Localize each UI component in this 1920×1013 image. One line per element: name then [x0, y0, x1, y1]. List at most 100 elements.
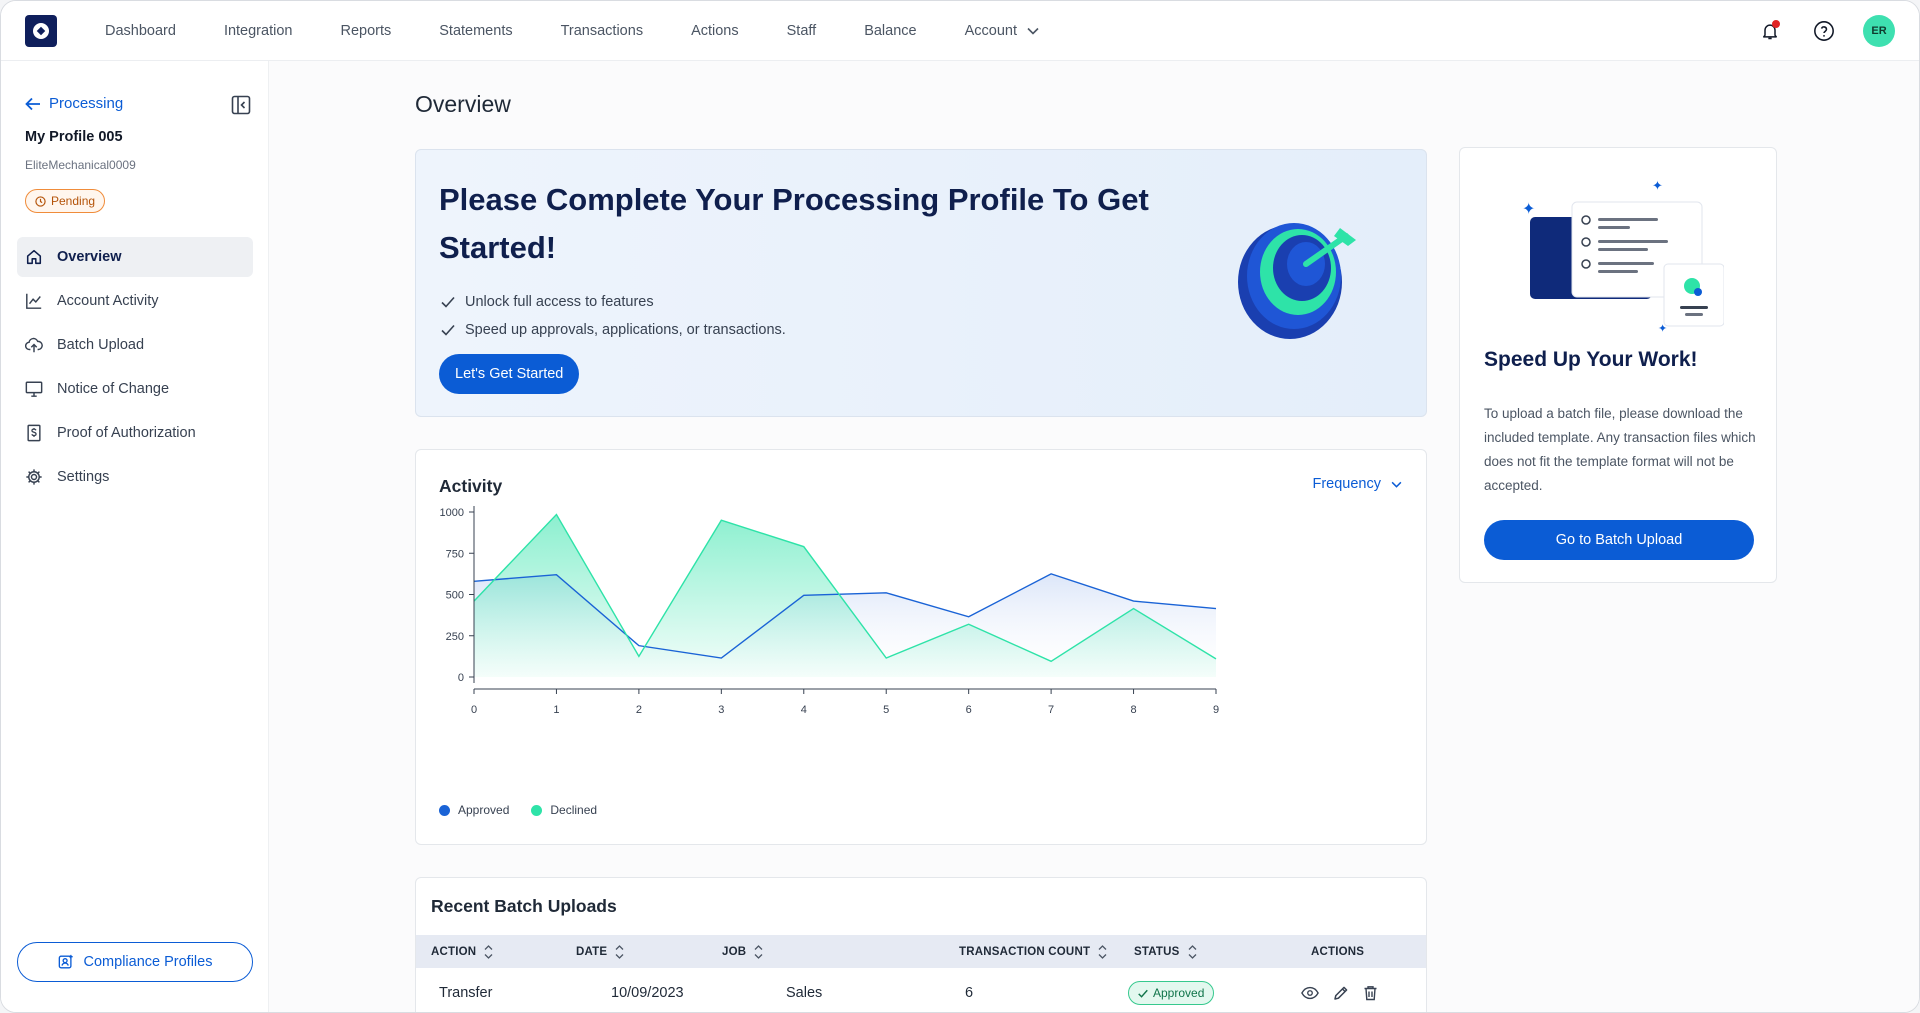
profile-username: EliteMechanical0009 — [25, 158, 136, 172]
column-header-status[interactable]: STATUS — [1134, 935, 1197, 968]
nav-links: Dashboard Integration Reports Statements… — [105, 1, 1087, 61]
trash-icon[interactable] — [1363, 985, 1378, 1001]
recent-batch-uploads-card: Recent Batch Uploads ACTION DATE JOB TRA… — [415, 877, 1427, 1012]
chevron-down-icon — [1391, 481, 1402, 488]
back-link-processing[interactable]: Processing — [25, 95, 123, 112]
status-badge: Approved — [1128, 981, 1215, 1005]
gear-icon — [26, 469, 42, 485]
collapse-sidebar-button[interactable] — [231, 95, 251, 120]
y-tick-label: 250 — [446, 631, 464, 643]
nav-link-statements[interactable]: Statements — [439, 23, 512, 39]
sidebar-item-label: Notice of Change — [57, 381, 170, 397]
compliance-profiles-button[interactable]: Compliance Profiles — [17, 942, 253, 982]
nav-account-dropdown[interactable]: Account — [965, 23, 1039, 39]
column-header-action[interactable]: ACTION — [431, 935, 493, 968]
x-tick-label: 2 — [636, 704, 642, 716]
notification-button[interactable] — [1755, 16, 1785, 46]
promo-card-text: To upload a batch file, please download … — [1484, 406, 1756, 493]
sidebar-item-proof-of-authorization[interactable]: Proof of Authorization — [17, 413, 253, 453]
monitor-icon — [25, 381, 43, 397]
y-tick-label: 750 — [446, 548, 464, 560]
column-header-label: ACTIONS — [1311, 945, 1365, 958]
table-header: ACTION DATE JOB TRANSACTION COUNT STATUS — [416, 935, 1426, 968]
help-button[interactable] — [1809, 16, 1839, 46]
frequency-dropdown[interactable]: Frequency — [1312, 476, 1402, 492]
cell-status: Approved — [1128, 968, 1215, 1012]
sidebar-item-account-activity[interactable]: Account Activity — [17, 281, 253, 321]
column-header-date[interactable]: DATE — [576, 935, 624, 968]
sidebar-item-label: Account Activity — [57, 293, 159, 309]
sidebar-item-batch-upload[interactable]: Batch Upload — [17, 325, 253, 365]
legend-swatch-declined — [531, 804, 543, 816]
nav-link-transactions[interactable]: Transactions — [561, 23, 643, 39]
nav-link-dashboard[interactable]: Dashboard — [105, 23, 176, 39]
x-tick-label: 3 — [718, 704, 724, 716]
cell-action: Transfer — [439, 985, 493, 1001]
sidebar-item-overview[interactable]: Overview — [17, 237, 253, 277]
legend-label-approved: Approved — [458, 803, 510, 817]
go-to-batch-upload-button[interactable]: Go to Batch Upload — [1484, 520, 1754, 560]
column-header-actions: ACTIONS — [1311, 935, 1364, 968]
check-icon — [441, 324, 455, 336]
banner-checklist: Unlock full access to features Speed up … — [441, 288, 786, 344]
nav-link-staff[interactable]: Staff — [787, 23, 817, 39]
compliance-profiles-label: Compliance Profiles — [83, 954, 213, 970]
sidebar-item-label: Batch Upload — [57, 337, 145, 353]
top-navigation: Dashboard Integration Reports Statements… — [1, 1, 1919, 61]
logo[interactable] — [25, 15, 57, 47]
sidebar-item-label: Proof of Authorization — [57, 425, 196, 441]
svg-text:✦: ✦ — [1652, 179, 1663, 194]
app-window: Dashboard Integration Reports Statements… — [0, 0, 1920, 1013]
chart-line-icon — [26, 293, 42, 309]
target-illustration — [1238, 223, 1356, 339]
status-badge-label: Pending — [51, 194, 96, 208]
avatar[interactable]: ER — [1863, 15, 1895, 47]
profile-completion-banner: Please Complete Your Processing Profile … — [415, 149, 1427, 417]
promo-card-title: Speed Up Your Work! — [1484, 348, 1698, 371]
column-header-label: JOB — [722, 945, 747, 958]
edit-icon[interactable] — [1333, 985, 1349, 1001]
sort-icon — [484, 944, 493, 959]
table-row: Transfer 10/09/2023 Sales 6 Approved — [416, 968, 1426, 1012]
batch-upload-promo-card: ✦ ✦ ✦ ✦ Speed Up Yo — [1459, 147, 1777, 583]
eye-icon[interactable] — [1301, 986, 1319, 1000]
status-label: Approved — [1153, 986, 1205, 1000]
banner-check-text: Unlock full access to features — [465, 294, 654, 310]
batch-table-title: Recent Batch Uploads — [431, 896, 617, 916]
legend-swatch-approved — [439, 804, 450, 816]
chart-legend: Approved Declined — [439, 803, 597, 817]
page-title: Overview — [415, 91, 511, 117]
column-header-label: DATE — [576, 945, 608, 958]
main-content: Overview Please Complete Your Processing… — [269, 61, 1919, 1012]
cell-job: Sales — [786, 985, 823, 1001]
notification-dot — [1772, 20, 1780, 28]
banner-check-item: Unlock full access to features — [441, 288, 786, 316]
get-started-button[interactable]: Let's Get Started — [439, 354, 580, 394]
nav-account-label: Account — [964, 23, 1017, 39]
column-header-job[interactable]: JOB — [722, 935, 763, 968]
check-icon — [441, 296, 455, 308]
x-tick-label: 5 — [883, 704, 889, 716]
sidebar-item-notice-of-change[interactable]: Notice of Change — [17, 369, 253, 409]
nav-link-integration[interactable]: Integration — [224, 23, 293, 39]
nav-link-balance[interactable]: Balance — [864, 23, 916, 39]
home-icon — [26, 249, 42, 265]
profile-add-icon — [58, 954, 73, 969]
column-header-transaction-count[interactable]: TRANSACTION COUNT — [959, 935, 1107, 968]
check-icon — [1138, 989, 1148, 998]
x-tick-label: 0 — [471, 704, 477, 716]
nav-link-reports[interactable]: Reports — [340, 23, 391, 39]
legend-item-approved: Approved — [439, 803, 509, 817]
sidebar-item-settings[interactable]: Settings — [17, 457, 253, 497]
y-tick-label: 0 — [458, 672, 464, 684]
x-tick-label: 9 — [1213, 704, 1219, 716]
clock-icon — [35, 195, 46, 207]
profile-name: My Profile 005 — [25, 129, 123, 145]
document-illustration: ✦ ✦ ✦ ✦ — [1522, 179, 1724, 335]
y-tick-label: 1000 — [440, 507, 464, 519]
nav-link-actions[interactable]: Actions — [691, 23, 739, 39]
sort-icon — [1188, 944, 1196, 959]
chevron-down-icon — [1027, 27, 1039, 35]
sort-icon — [754, 944, 763, 959]
banner-check-item: Speed up approvals, applications, or tra… — [441, 316, 786, 344]
